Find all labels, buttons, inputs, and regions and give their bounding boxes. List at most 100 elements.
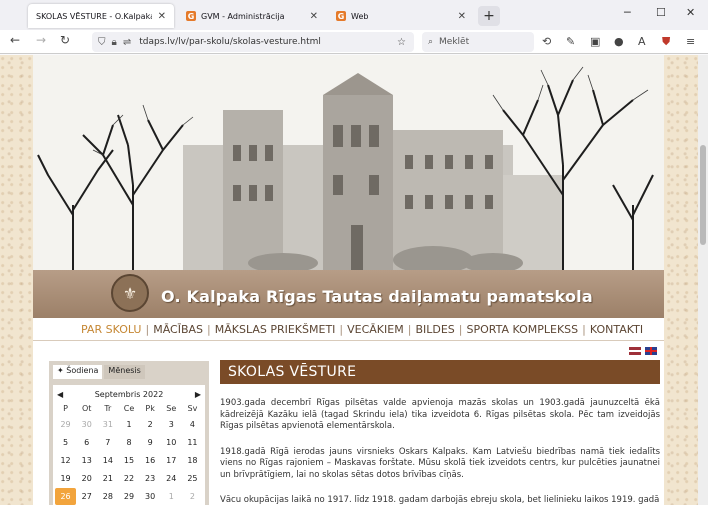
prev-month-icon[interactable]: ◀: [57, 390, 63, 399]
search-icon: ⌕: [428, 37, 434, 47]
calendar-day[interactable]: 30: [140, 488, 161, 505]
article-paragraph: 1903.gada decembrī Rīgas pilsētas valde …: [220, 398, 660, 431]
school-title: O. Kalpaka Rīgas Tautas daiļamatu pamats…: [161, 287, 593, 306]
tab-sodiena[interactable]: ✦ Šodiena: [53, 365, 103, 379]
close-icon[interactable]: ✕: [458, 11, 466, 22]
tab-gvm-administracija[interactable]: G GVM - Administrācija ✕: [178, 4, 326, 28]
calendar-day[interactable]: 23: [140, 470, 161, 487]
screenshot-icon[interactable]: ▣: [590, 35, 600, 48]
shield-icon[interactable]: ⛉: [98, 37, 106, 48]
close-icon[interactable]: ✕: [158, 11, 166, 22]
maximize-icon[interactable]: ☐: [656, 6, 666, 19]
calendar-month-title: Septembris 2022: [94, 389, 164, 399]
calendar-day[interactable]: 16: [140, 452, 161, 469]
translate-icon[interactable]: A: [638, 35, 646, 48]
calendar-day[interactable]: 24: [161, 470, 182, 487]
browser-tab-bar: SKOLAS VĒSTURE - O.Kalpaka Rīgas ✕ G GVM…: [0, 0, 708, 30]
calendar-day[interactable]: 5: [55, 434, 76, 451]
extension-shield-icon[interactable]: ⛊: [662, 35, 670, 49]
search-input[interactable]: ⌕ Meklēt: [422, 32, 534, 52]
menu-item-sporta-komplekss[interactable]: SPORTA KOMPLEKSS: [462, 323, 582, 336]
back-icon[interactable]: ←: [10, 33, 20, 47]
calendar-day[interactable]: 19: [55, 470, 76, 487]
header-illustration: [33, 55, 664, 270]
minimize-icon[interactable]: ─: [624, 6, 631, 19]
menu-item-makslas-prieksmeti[interactable]: MĀKSLAS PRIEKŠMETI: [211, 323, 340, 336]
calendar-tabs: ✦ Šodiena Mēnesis: [53, 365, 205, 379]
calendar-day[interactable]: 21: [97, 470, 118, 487]
menu-item-par-skolu[interactable]: PAR SKOLU: [77, 323, 145, 336]
english-flag-icon[interactable]: [645, 347, 657, 355]
calendar-day[interactable]: 26: [55, 488, 77, 505]
school-website: ⚜ O. Kalpaka Rīgas Tautas daiļamatu pama…: [33, 55, 664, 505]
permissions-icon[interactable]: ⇌: [123, 37, 131, 48]
tab-label: Web: [351, 11, 369, 21]
calendar-day[interactable]: 11: [182, 434, 203, 451]
menu-item-bildes[interactable]: BILDES: [411, 323, 458, 336]
calendar-grid: P Ot Tr Ce Pk Se Sv 29 30 31 1 2 3 4 5 6 7 8 9 10 11 12 13 14 15…: [55, 401, 203, 505]
tab-label: Šodiena: [66, 366, 99, 375]
close-icon[interactable]: ✕: [310, 11, 318, 22]
calendar-day[interactable]: 29: [55, 416, 76, 433]
tools-icon[interactable]: ✎: [566, 35, 575, 48]
calendar-day[interactable]: 7: [97, 434, 118, 451]
latvian-flag-icon[interactable]: [629, 347, 641, 355]
calendar-day-name: P: [63, 403, 68, 413]
calendar-widget: ✦ Šodiena Mēnesis ◀ Septembris 2022 ▶ P O…: [49, 361, 209, 505]
calendar-day[interactable]: 17: [161, 452, 182, 469]
history-icon[interactable]: ⟲: [542, 35, 551, 48]
address-bar[interactable]: ⛉ 🔒︎ ⇌ tdaps.lv/lv/par-skolu/skolas-vest…: [92, 32, 414, 52]
calendar-day[interactable]: 6: [76, 434, 97, 451]
article: SKOLAS VĒSTURE 1903.gada decembrī Rīgas …: [220, 360, 660, 505]
calendar-day[interactable]: 4: [182, 416, 203, 433]
tab-label: GVM - Administrācija: [201, 11, 285, 21]
calendar-day[interactable]: 2: [140, 416, 161, 433]
calendar-day[interactable]: 31: [97, 416, 118, 433]
calendar-day[interactable]: 10: [161, 434, 182, 451]
calendar-day[interactable]: 1: [161, 488, 182, 505]
calendar-day[interactable]: 2: [182, 488, 203, 505]
menu-icon[interactable]: ≡: [686, 35, 695, 48]
calendar-day[interactable]: 22: [118, 470, 139, 487]
calendar-day[interactable]: 14: [97, 452, 118, 469]
calendar-day[interactable]: 9: [140, 434, 161, 451]
calendar-day-name: Pk: [145, 403, 155, 413]
tab-web[interactable]: G Web ✕: [328, 4, 474, 28]
calendar-day[interactable]: 20: [76, 470, 97, 487]
menu-item-kontakti[interactable]: KONTAKTI: [586, 323, 647, 336]
calendar-day[interactable]: 3: [161, 416, 182, 433]
menu-item-vecakiem[interactable]: VECĀKIEM: [343, 323, 408, 336]
calendar-day[interactable]: 18: [182, 452, 203, 469]
menu-item-macibas[interactable]: MĀCĪBAS: [149, 323, 207, 336]
calendar-day[interactable]: 15: [118, 452, 139, 469]
new-tab-button[interactable]: +: [478, 6, 500, 26]
scrollbar-thumb[interactable]: [700, 145, 706, 245]
calendar-day[interactable]: 12: [55, 452, 76, 469]
reload-icon[interactable]: ↻: [60, 33, 70, 47]
calendar-day[interactable]: 28: [97, 488, 118, 505]
next-month-icon[interactable]: ▶: [195, 390, 201, 399]
calendar-day-name: Ce: [123, 403, 135, 413]
calendar-day[interactable]: 25: [182, 470, 203, 487]
calendar-day[interactable]: 30: [76, 416, 97, 433]
calendar-day[interactable]: 27: [76, 488, 97, 505]
calendar-day[interactable]: 8: [118, 434, 139, 451]
calendar-header: ◀ Septembris 2022 ▶: [55, 387, 203, 401]
favicon-icon: G: [336, 11, 346, 21]
article-paragraph: 1918.gadā Rīgā ierodas jauns virsnieks O…: [220, 446, 660, 480]
profile-icon[interactable]: ●: [614, 35, 624, 48]
school-emblem-icon[interactable]: ⚜: [111, 274, 149, 312]
page-scrollbar[interactable]: [698, 55, 708, 505]
url-text: tdaps.lv/lv/par-skolu/skolas-vesture.htm…: [139, 37, 321, 47]
lock-icon[interactable]: 🔒︎: [112, 37, 117, 48]
browser-nav-bar: ← → ↻ ⛉ 🔒︎ ⇌ tdaps.lv/lv/par-skolu/skola…: [0, 30, 708, 54]
bookmark-star-icon[interactable]: ☆: [397, 37, 406, 48]
calendar-day[interactable]: 1: [118, 416, 139, 433]
window-close-icon[interactable]: ✕: [686, 6, 695, 19]
tab-skolas-vesture[interactable]: SKOLAS VĒSTURE - O.Kalpaka Rīgas ✕: [28, 4, 174, 28]
tab-menesis[interactable]: Mēnesis: [104, 365, 145, 379]
calendar-day-name: Se: [166, 403, 177, 413]
calendar-day[interactable]: 13: [76, 452, 97, 469]
forward-icon[interactable]: →: [36, 33, 46, 47]
calendar-day[interactable]: 29: [118, 488, 139, 505]
